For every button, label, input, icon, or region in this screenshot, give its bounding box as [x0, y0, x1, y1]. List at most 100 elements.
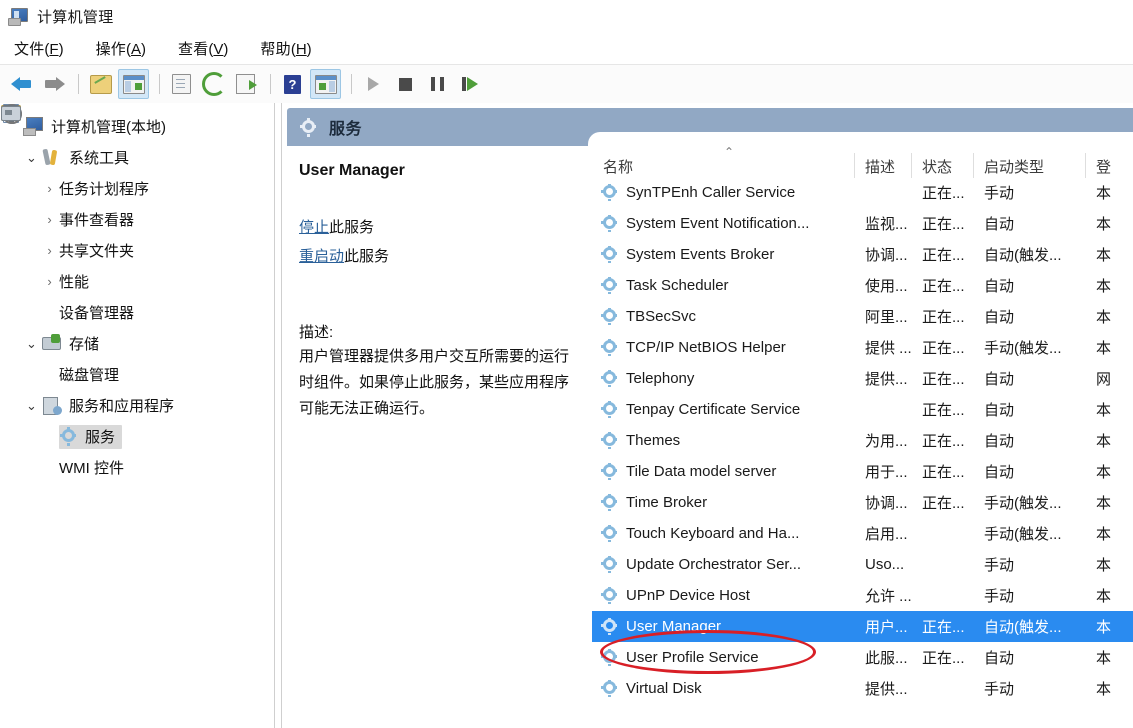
sidebar-item-服务和应用程序[interactable]: ⌄服务和应用程序 — [0, 390, 274, 421]
column-header-state[interactable]: 状态 — [911, 156, 973, 177]
cell-name: Time Broker — [592, 494, 854, 511]
table-row[interactable]: Tenpay Certificate Service正在...自动本 — [592, 394, 1133, 425]
computer-management-window: 计算机管理 文件(F) 操作(A) 查看(V) 帮助(H) ? 计算机管理(本地) ⌄系… — [0, 0, 1133, 728]
table-row[interactable]: Telephony提供...正在...自动网 — [592, 363, 1133, 394]
cell-description: 提供... — [854, 678, 911, 699]
table-row[interactable]: TCP/IP NetBIOS Helper提供 ...正在...手动(触发...… — [592, 332, 1133, 363]
cell-description: 提供 ... — [854, 337, 911, 358]
show-action-pane-button[interactable] — [310, 69, 341, 99]
sidebar-item-共享文件夹[interactable]: ›共享文件夹 — [0, 235, 274, 266]
refresh-button[interactable] — [199, 70, 228, 98]
pause-service-button[interactable] — [423, 70, 452, 98]
sidebar-item-性能[interactable]: ›性能 — [0, 266, 274, 297]
menu-accel: (V) — [208, 41, 228, 58]
cell-name: TCP/IP NetBIOS Helper — [592, 339, 854, 356]
chevron-down-icon[interactable]: ⌄ — [22, 398, 41, 414]
forward-button[interactable] — [39, 70, 68, 98]
gear-icon — [602, 587, 619, 604]
cell-startup-type: 自动 — [973, 461, 1085, 482]
restart-service-link[interactable]: 重启动 — [299, 248, 344, 265]
help-button[interactable]: ? — [278, 70, 307, 98]
table-row[interactable]: Virtual Disk提供...手动本 — [592, 673, 1133, 704]
export-list-button[interactable] — [231, 70, 260, 98]
refresh-icon — [202, 72, 226, 96]
services-app-icon — [41, 396, 62, 415]
sidebar-item-设备管理器[interactable]: 设备管理器 — [0, 297, 274, 328]
description-text: 用户管理器提供多用户交互所需要的运行时组件。如果停止此服务，某些应用程序可能无法… — [299, 344, 580, 422]
column-header-name[interactable]: 名称⌃ — [592, 156, 854, 177]
menu-view[interactable]: 查看(V) — [174, 36, 242, 61]
toolbar-separator — [270, 74, 271, 94]
gear-icon — [602, 246, 619, 263]
table-row[interactable]: Update Orchestrator Ser...Uso...手动本 — [592, 549, 1133, 580]
column-header-description[interactable]: 描述 — [854, 156, 911, 177]
table-row[interactable]: Tile Data model server用于...正在...自动本 — [592, 456, 1133, 487]
service-detail-pane: User Manager 停止此服务 重启动此服务 描述: 用户管理器提供多用户… — [287, 146, 592, 728]
gear-icon — [602, 463, 619, 480]
sidebar-item-content: 计算机管理(本地) — [23, 116, 166, 137]
sidebar-item-系统工具[interactable]: ⌄系统工具 — [0, 142, 274, 173]
cell-name: User Manager — [592, 618, 854, 635]
cell-startup-type: 自动(触发... — [973, 244, 1085, 265]
chevron-right-icon[interactable]: › — [40, 274, 59, 289]
table-row[interactable]: System Events Broker协调...正在...自动(触发...本 — [592, 239, 1133, 270]
cell-logon-as: 本 — [1085, 244, 1133, 265]
cell-name: Telephony — [592, 370, 854, 387]
play-icon — [368, 77, 379, 91]
table-row[interactable]: TBSecSvc阿里...正在...自动本 — [592, 301, 1133, 332]
show-hide-console-tree-button[interactable] — [118, 69, 149, 99]
start-service-button[interactable] — [359, 70, 388, 98]
gear-icon — [602, 618, 619, 635]
stop-service-button[interactable] — [391, 70, 420, 98]
menu-accel-key: V — [213, 41, 223, 58]
table-row[interactable]: System Event Notification...监视...正在...自动… — [592, 208, 1133, 239]
service-name-label: TCP/IP NetBIOS Helper — [626, 339, 786, 356]
export-list-icon — [236, 74, 255, 94]
menu-help[interactable]: 帮助(H) — [256, 36, 325, 61]
cell-logon-as: 本 — [1085, 182, 1133, 203]
window-title: 计算机管理 — [37, 6, 114, 27]
sidebar-item-label: 计算机管理(本地) — [51, 116, 166, 137]
chevron-down-icon[interactable]: ⌄ — [22, 150, 41, 166]
sidebar-item-WMI-控件[interactable]: WMI 控件 — [0, 452, 274, 483]
sidebar-item-计算机管理-本地-[interactable]: 计算机管理(本地) — [0, 111, 274, 142]
sidebar-item-服务[interactable]: 服务 — [0, 421, 274, 452]
cell-description: 启用... — [854, 523, 911, 544]
sidebar-item-label: 任务计划程序 — [59, 178, 149, 199]
cell-startup-type: 自动 — [973, 213, 1085, 234]
table-row[interactable]: Time Broker协调...正在...手动(触发...本 — [592, 487, 1133, 518]
menu-file[interactable]: 文件(F) — [10, 36, 78, 61]
table-row[interactable]: Task Scheduler使用...正在...自动本 — [592, 270, 1133, 301]
restart-service-button[interactable] — [455, 70, 484, 98]
menu-action[interactable]: 操作(A) — [92, 36, 160, 61]
sidebar-item-任务计划程序[interactable]: ›任务计划程序 — [0, 173, 274, 204]
pane-splitter[interactable] — [274, 103, 282, 728]
cell-startup-type: 手动 — [973, 182, 1085, 203]
column-header-label: 状态 — [922, 159, 952, 176]
stop-service-link[interactable]: 停止 — [299, 219, 329, 236]
table-row[interactable]: SynTPEnh Caller Service正在...手动本 — [592, 177, 1133, 208]
chevron-down-icon[interactable]: ⌄ — [22, 336, 41, 352]
chevron-right-icon[interactable]: › — [40, 212, 59, 227]
sidebar-item-存储[interactable]: ⌄存储 — [0, 328, 274, 359]
sidebar-item-事件查看器[interactable]: ›事件查看器 — [0, 204, 274, 235]
table-row[interactable]: User Profile Service此服...正在...自动本 — [592, 642, 1133, 673]
properties-button[interactable] — [167, 70, 196, 98]
table-row[interactable]: Themes为用...正在...自动本 — [592, 425, 1133, 456]
column-header-logon-as[interactable]: 登 — [1085, 156, 1133, 177]
arrow-left-icon — [11, 76, 33, 92]
back-button[interactable] — [7, 70, 36, 98]
chevron-right-icon[interactable]: › — [40, 181, 59, 196]
menu-bar: 文件(F) 操作(A) 查看(V) 帮助(H) — [0, 33, 1133, 64]
chevron-right-icon[interactable]: › — [40, 243, 59, 258]
table-row[interactable]: User Manager用户...正在...自动(触发...本 — [592, 611, 1133, 642]
table-row[interactable]: Touch Keyboard and Ha...启用...手动(触发...本 — [592, 518, 1133, 549]
table-row[interactable]: UPnP Device Host允许 ...手动本 — [592, 580, 1133, 611]
gear-icon — [602, 184, 619, 201]
sidebar-item-content: 存储 — [41, 333, 99, 354]
tools-icon — [41, 148, 62, 167]
sidebar-item-磁盘管理[interactable]: 磁盘管理 — [0, 359, 274, 390]
sidebar-item-content: 磁盘管理 — [59, 364, 119, 385]
column-header-startup-type[interactable]: 启动类型 — [973, 156, 1085, 177]
up-folder-button[interactable] — [86, 70, 115, 98]
